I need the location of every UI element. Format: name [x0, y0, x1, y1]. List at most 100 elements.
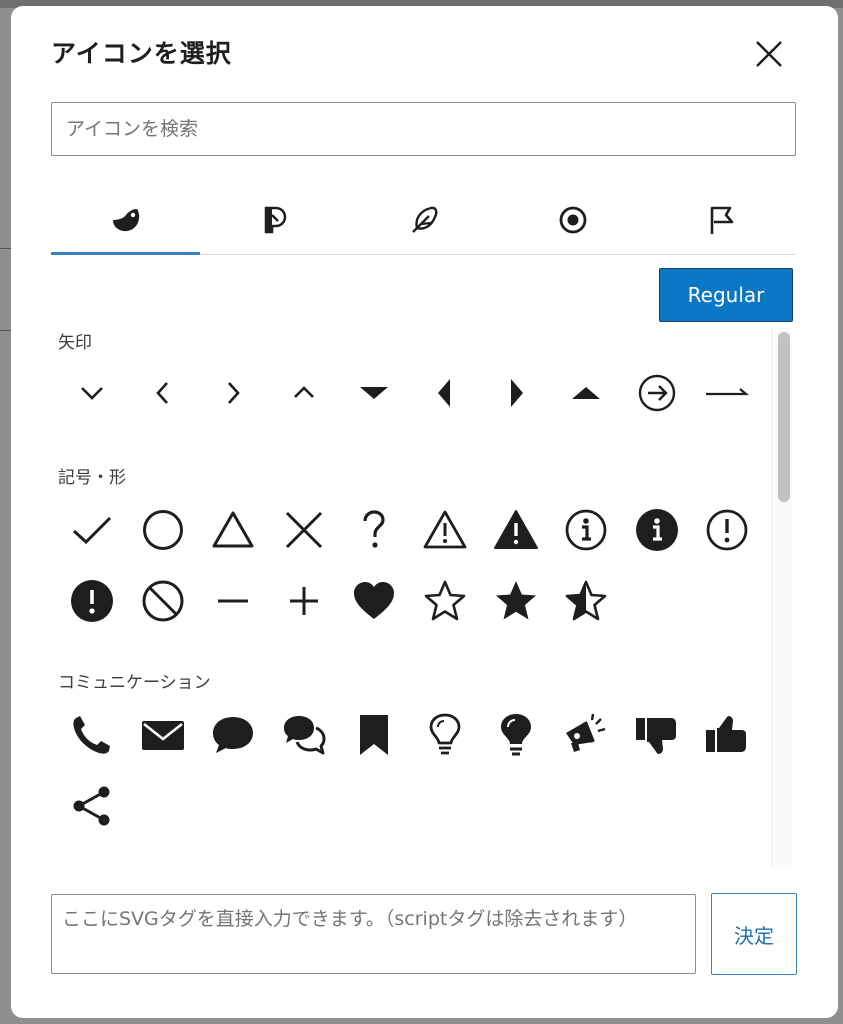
icon-option[interactable]	[415, 363, 475, 423]
tab-moon[interactable]	[51, 186, 200, 255]
icon-option[interactable]	[274, 363, 334, 423]
icon-option[interactable]	[415, 705, 475, 765]
chevron-right-icon	[228, 382, 240, 404]
icon-option[interactable]	[627, 363, 687, 423]
info-outline-icon	[565, 509, 607, 551]
submit-button[interactable]: 決定	[711, 893, 797, 975]
exclamation-outline-icon	[706, 509, 748, 551]
share-icon	[73, 786, 110, 826]
phone-icon	[73, 716, 110, 754]
caret-right-icon	[511, 379, 523, 407]
icon-option[interactable]	[62, 776, 122, 836]
brand-icon	[264, 206, 286, 233]
icon-option[interactable]	[486, 500, 546, 560]
chevron-left-icon	[156, 382, 168, 404]
icon-option[interactable]	[697, 500, 757, 560]
icon-option[interactable]	[415, 500, 475, 560]
close-icon	[756, 41, 782, 67]
icon-option[interactable]	[486, 571, 546, 631]
x-icon	[285, 511, 323, 549]
category-title-symbols: 記号・形	[58, 468, 126, 488]
warning-filled-icon	[494, 510, 538, 549]
close-button[interactable]	[753, 38, 785, 70]
icon-option[interactable]	[203, 571, 263, 631]
heart-icon	[354, 582, 394, 619]
prohibited-icon	[142, 580, 184, 622]
chevron-up-icon	[294, 386, 314, 398]
icon-option[interactable]	[203, 705, 263, 765]
scrollbar-thumb[interactable]	[778, 332, 790, 502]
plus-icon	[290, 587, 318, 615]
icon-option[interactable]	[203, 500, 263, 560]
moon-icon	[112, 208, 139, 231]
icon-option[interactable]	[344, 500, 404, 560]
caret-left-icon	[438, 379, 450, 407]
lightbulb-filled-icon	[501, 714, 531, 756]
arrow-long-right-icon	[706, 388, 750, 396]
lightbulb-outline-icon	[429, 713, 461, 755]
icon-option[interactable]	[697, 705, 757, 765]
icon-option[interactable]	[627, 705, 687, 765]
dialog-title: アイコンを選択	[51, 39, 232, 68]
icon-option[interactable]	[627, 500, 687, 560]
icon-option[interactable]	[133, 363, 193, 423]
icon-option[interactable]	[62, 500, 122, 560]
check-icon	[72, 516, 112, 545]
svg-input[interactable]	[51, 894, 696, 974]
icon-option[interactable]	[486, 363, 546, 423]
icon-option[interactable]	[556, 500, 616, 560]
caret-down-icon	[360, 387, 388, 399]
search-input[interactable]	[51, 102, 796, 156]
icon-option[interactable]	[133, 500, 193, 560]
icon-option[interactable]	[697, 363, 757, 423]
megaphone-icon	[566, 713, 606, 752]
icon-option[interactable]	[344, 705, 404, 765]
flag-icon	[710, 206, 733, 234]
icon-option[interactable]	[415, 571, 475, 631]
star-half-icon	[565, 580, 607, 621]
icon-option[interactable]	[486, 705, 546, 765]
tab-brand[interactable]	[200, 186, 349, 253]
icon-list: 矢印 記号・形 コミュニケーション	[51, 328, 786, 868]
tab-flag[interactable]	[647, 186, 796, 253]
circle-icon	[143, 510, 183, 550]
icon-option[interactable]	[556, 705, 616, 765]
bookmark-icon	[360, 715, 388, 755]
icon-option[interactable]	[344, 363, 404, 423]
icon-option[interactable]	[274, 705, 334, 765]
chat-bubble-icon	[213, 717, 253, 753]
minus-icon	[218, 599, 248, 603]
question-icon	[363, 510, 385, 548]
icon-option[interactable]	[133, 705, 193, 765]
icon-option[interactable]	[274, 571, 334, 631]
icon-option[interactable]	[62, 363, 122, 423]
thumbs-up-icon	[706, 716, 746, 752]
exclamation-filled-icon	[71, 580, 113, 622]
info-filled-icon	[636, 509, 678, 551]
warning-outline-icon	[423, 510, 467, 549]
target-icon	[559, 206, 586, 233]
triangle-icon	[212, 511, 254, 548]
icon-option[interactable]	[62, 705, 122, 765]
chats-icon	[284, 716, 326, 755]
category-title-communication: コミュニケーション	[58, 673, 211, 693]
icon-option[interactable]	[133, 571, 193, 631]
icon-option[interactable]	[203, 363, 263, 423]
category-title-arrows: 矢印	[58, 333, 92, 353]
tab-feather[interactable]	[349, 186, 498, 253]
caret-up-icon	[572, 387, 600, 399]
icon-option[interactable]	[274, 500, 334, 560]
icon-option[interactable]	[556, 363, 616, 423]
feather-icon	[411, 206, 437, 233]
icon-option[interactable]	[344, 571, 404, 631]
icon-option[interactable]	[62, 571, 122, 631]
icon-picker-dialog: アイコンを選択 アイコンを検索 Regular 矢印 記号・形 コミュニケーショ…	[11, 6, 838, 1018]
icon-option[interactable]	[556, 571, 616, 631]
envelope-icon	[142, 721, 184, 750]
star-outline-icon	[424, 580, 466, 621]
tab-target[interactable]	[498, 186, 647, 253]
chevron-down-icon	[81, 387, 103, 400]
regular-style-button[interactable]: Regular	[659, 268, 793, 322]
star-filled-icon	[496, 581, 536, 620]
thumbs-down-icon	[636, 718, 676, 754]
